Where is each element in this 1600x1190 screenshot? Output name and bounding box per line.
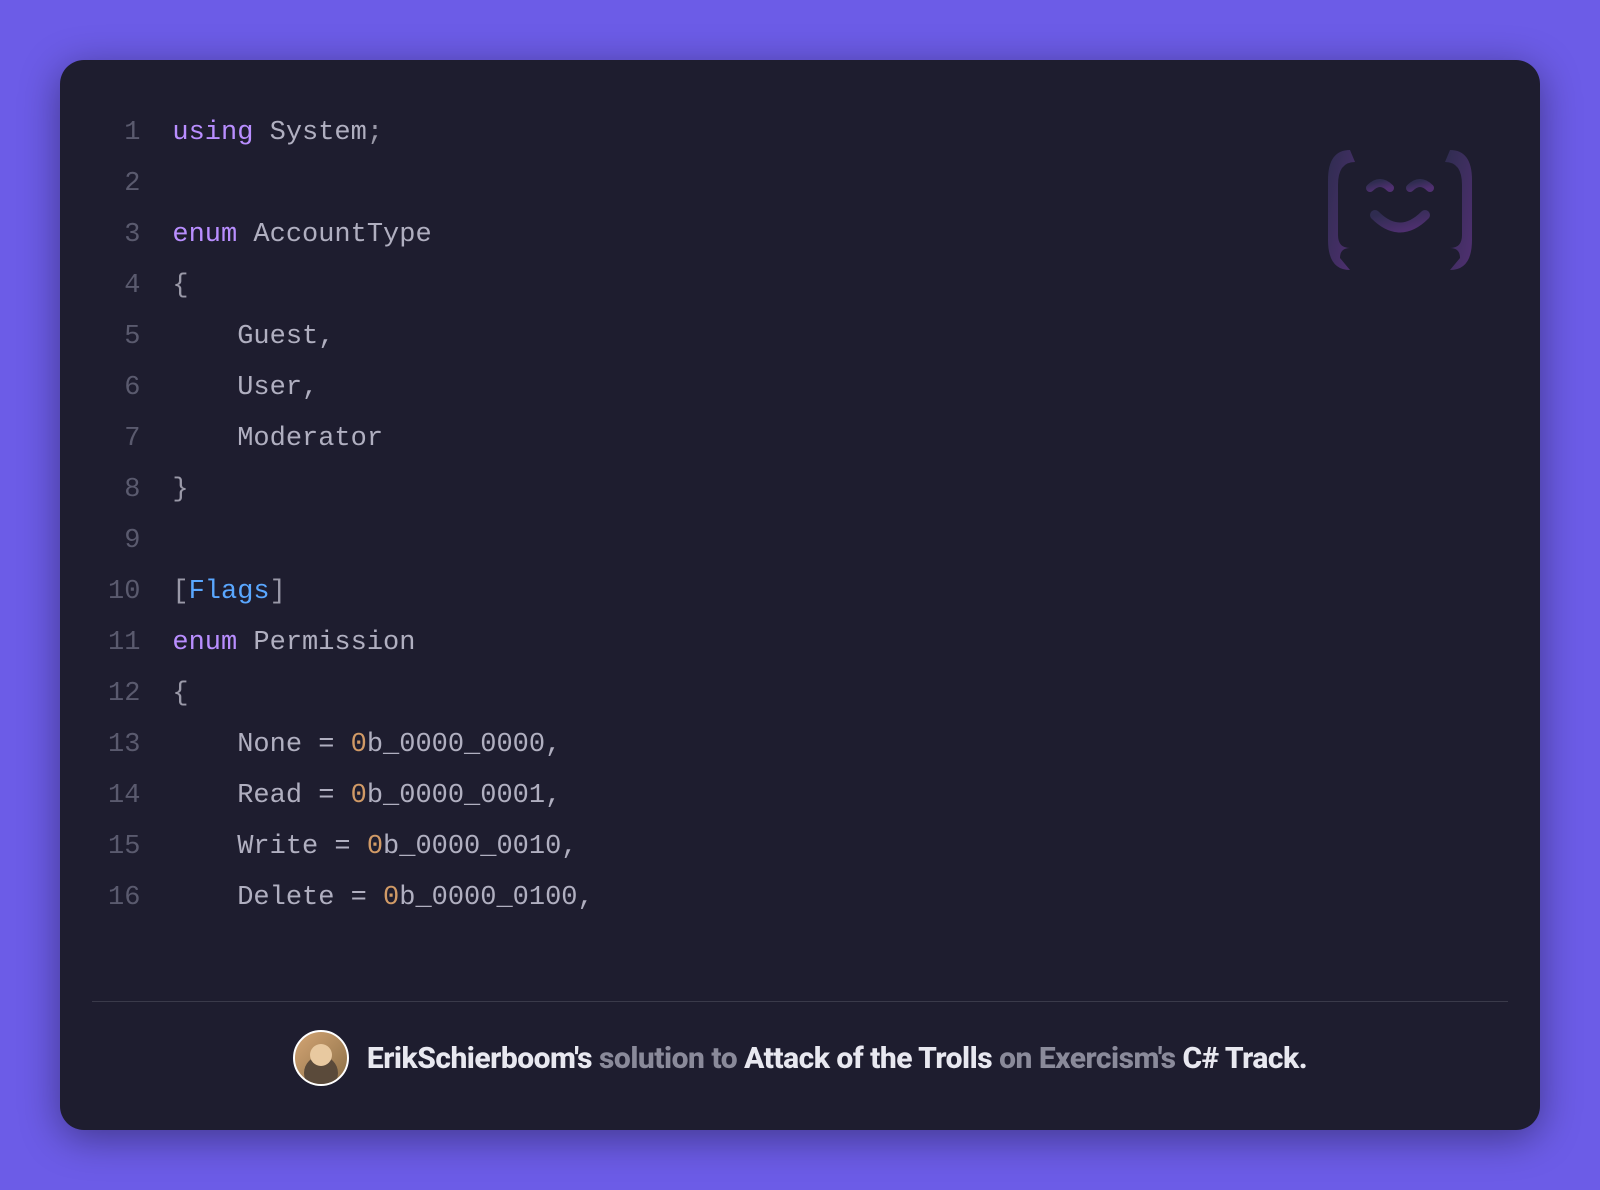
divider — [92, 1001, 1508, 1002]
exercise-name: Attack of the Trolls — [744, 1041, 992, 1076]
line-number: 14 — [108, 771, 140, 822]
code-line: None = 0b_0000_0000, — [172, 720, 1508, 771]
line-number: 8 — [108, 465, 140, 516]
code-content: using System;enum AccountType{ Guest, Us… — [172, 108, 1508, 981]
line-number: 12 — [108, 669, 140, 720]
code-line: Moderator — [172, 414, 1508, 465]
avatar — [293, 1030, 349, 1086]
code-line: Delete = 0b_0000_0100, — [172, 873, 1508, 924]
code-line: User, — [172, 363, 1508, 414]
code-line: Write = 0b_0000_0010, — [172, 822, 1508, 873]
code-line — [172, 516, 1508, 567]
code-line: Guest, — [172, 312, 1508, 363]
exercism-logo-icon — [1320, 140, 1480, 280]
line-number: 4 — [108, 261, 140, 312]
code-line: } — [172, 465, 1508, 516]
code-line: [Flags] — [172, 567, 1508, 618]
code-line: Read = 0b_0000_0001, — [172, 771, 1508, 822]
code-line — [172, 159, 1508, 210]
line-number: 6 — [108, 363, 140, 414]
author-name: ErikSchierboom's — [367, 1041, 592, 1076]
line-number-gutter: 12345678910111213141516 — [92, 108, 172, 981]
code-line: using System; — [172, 108, 1508, 159]
attribution-text: ErikSchierboom's solution to Attack of t… — [367, 1041, 1307, 1076]
code-line: { — [172, 261, 1508, 312]
line-number: 2 — [108, 159, 140, 210]
line-number: 16 — [108, 873, 140, 924]
line-number: 5 — [108, 312, 140, 363]
attribution-footer: ErikSchierboom's solution to Attack of t… — [92, 1030, 1508, 1098]
code-line: enum Permission — [172, 618, 1508, 669]
footer-mid2: on Exercism's — [992, 1041, 1182, 1076]
line-number: 3 — [108, 210, 140, 261]
track-name: C# Track. — [1182, 1041, 1307, 1076]
line-number: 7 — [108, 414, 140, 465]
code-line: { — [172, 669, 1508, 720]
line-number: 15 — [108, 822, 140, 873]
line-number: 9 — [108, 516, 140, 567]
line-number: 13 — [108, 720, 140, 771]
line-number: 10 — [108, 567, 140, 618]
line-number: 11 — [108, 618, 140, 669]
line-number: 1 — [108, 108, 140, 159]
footer-mid1: solution to — [592, 1041, 744, 1076]
code-card: 12345678910111213141516 using System;enu… — [60, 60, 1540, 1130]
code-block: 12345678910111213141516 using System;enu… — [92, 108, 1508, 981]
code-line: enum AccountType — [172, 210, 1508, 261]
